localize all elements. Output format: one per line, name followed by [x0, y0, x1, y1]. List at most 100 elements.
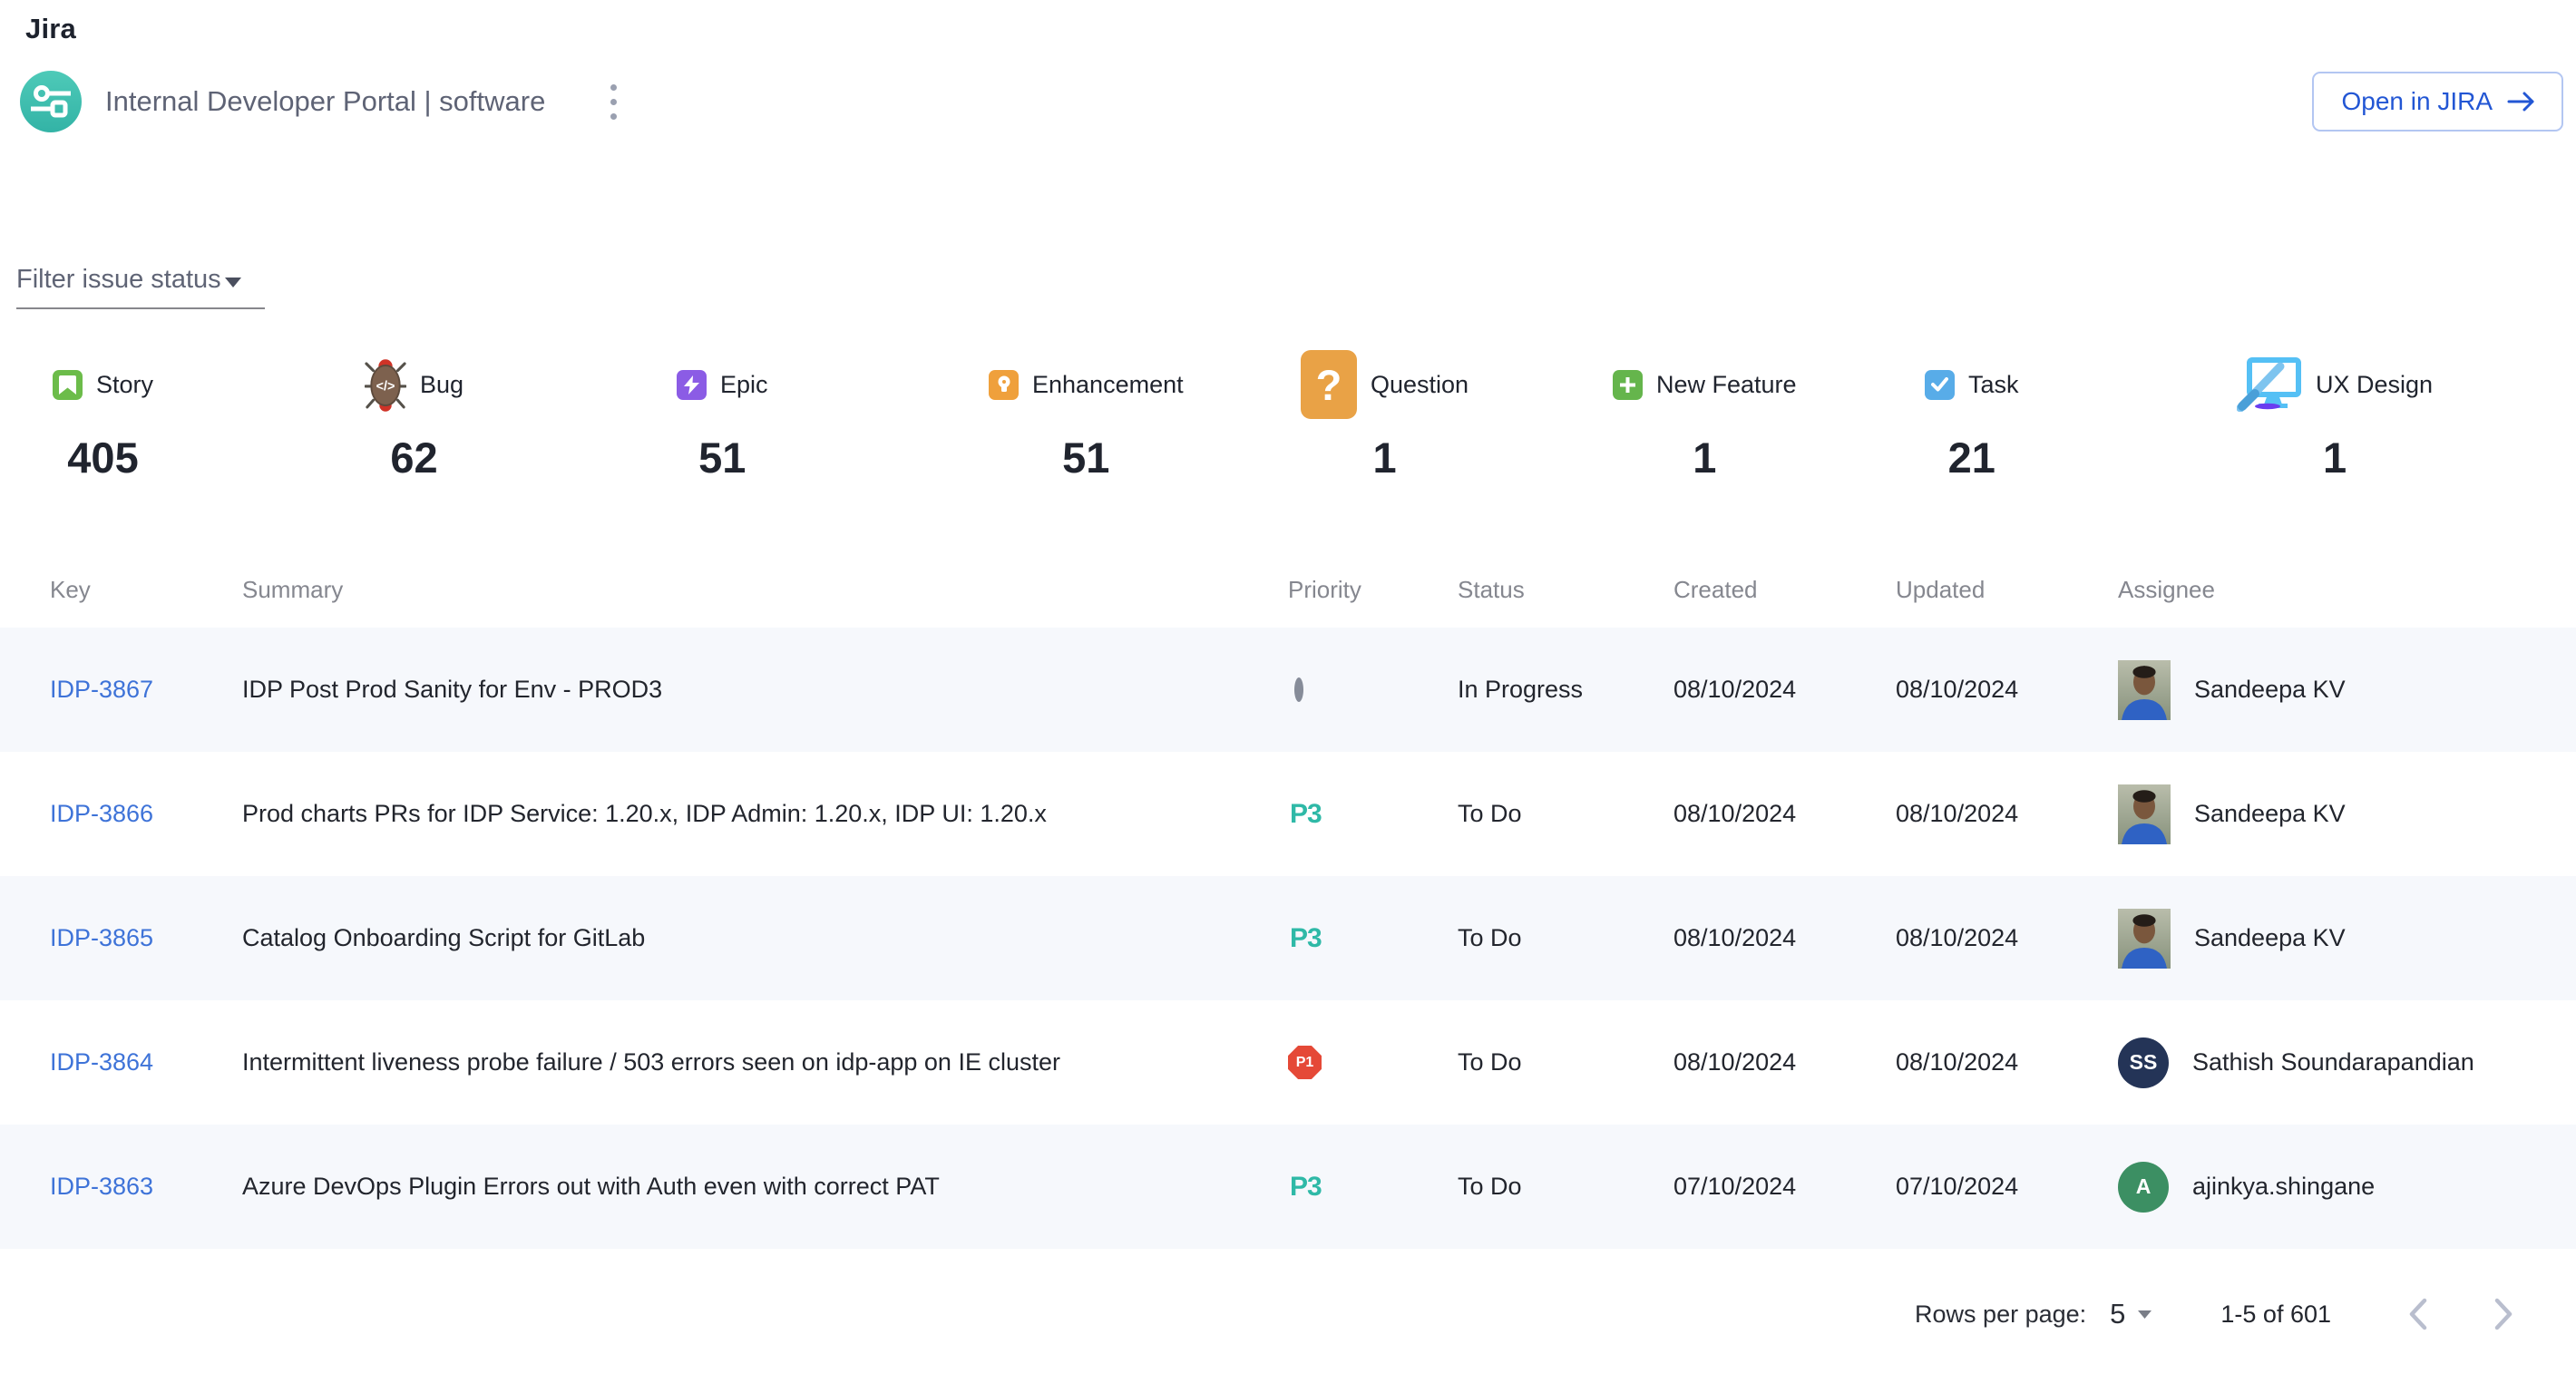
issue-status: In Progress [1458, 676, 1673, 704]
p3-icon: P3 [1290, 799, 1322, 829]
new-feature-icon [1613, 370, 1643, 400]
caret-down-icon [2138, 1310, 2152, 1319]
column-header-summary: Summary [242, 576, 1288, 604]
counter-story: Story 405 [53, 349, 365, 482]
counter-label: Question [1371, 371, 1469, 399]
table-row: IDP-3867 IDP Post Prod Sanity for Env - … [0, 628, 2576, 752]
counter-epic: Epic 51 [677, 349, 989, 482]
project-avatar-icon [20, 71, 82, 132]
table-header-row: Key Summary Priority Status Created Upda… [0, 541, 2576, 628]
counter-count: 51 [989, 433, 1184, 482]
issue-summary: Prod charts PRs for IDP Service: 1.20.x,… [242, 800, 1288, 828]
assignee-avatar [2118, 909, 2171, 969]
issue-updated: 07/10/2024 [1896, 1173, 2118, 1201]
counter-ux-design: UX Design 1 [2237, 349, 2549, 482]
assignee-name: ajinkya.shingane [2192, 1173, 2375, 1201]
rows-per-page-select[interactable]: 5 [2110, 1298, 2152, 1330]
assignee-name: Sandeepa KV [2194, 800, 2346, 828]
issue-summary: Catalog Onboarding Script for GitLab [242, 924, 1288, 952]
counter-label: Story [96, 371, 153, 399]
issues-table: Key Summary Priority Status Created Upda… [0, 541, 2576, 1249]
counter-count: 1 [2237, 433, 2433, 482]
chevron-left-icon[interactable] [2391, 1287, 2445, 1341]
counter-count: 405 [53, 433, 153, 482]
task-icon [1925, 370, 1955, 400]
issue-created: 08/10/2024 [1673, 1048, 1896, 1076]
issue-key-link[interactable]: IDP-3866 [50, 800, 153, 827]
open-in-jira-label: Open in JIRA [2341, 87, 2493, 116]
issue-type-counters: Story 405 </> [0, 349, 2576, 482]
issue-created: 08/10/2024 [1673, 676, 1896, 704]
assignee-avatar: SS [2118, 1037, 2169, 1088]
arrow-right-icon [2507, 90, 2536, 113]
issue-key-link[interactable]: IDP-3863 [50, 1173, 153, 1200]
pagination-range: 1-5 of 601 [2220, 1300, 2331, 1329]
counter-new-feature: New Feature 1 [1613, 349, 1925, 482]
issue-created: 07/10/2024 [1673, 1173, 1896, 1201]
table-row: IDP-3866 Prod charts PRs for IDP Service… [0, 752, 2576, 876]
issue-updated: 08/10/2024 [1896, 800, 2118, 828]
assignee-avatar [2118, 784, 2171, 844]
column-header-assignee: Assignee [2118, 576, 2540, 604]
rows-per-page-value: 5 [2110, 1298, 2125, 1330]
column-header-updated: Updated [1896, 576, 2118, 604]
column-header-priority: Priority [1288, 576, 1458, 604]
filter-issue-status-select[interactable]: Filter issue status [16, 265, 265, 309]
enhancement-icon [989, 370, 1019, 400]
ux-design-icon [2237, 357, 2302, 412]
epic-icon [677, 370, 707, 400]
counter-label: Epic [720, 371, 768, 399]
issue-updated: 08/10/2024 [1896, 1048, 2118, 1076]
issue-status: To Do [1458, 1173, 1673, 1201]
table-row: IDP-3864 Intermittent liveness probe fai… [0, 1000, 2576, 1125]
counter-bug: </> Bug 62 [365, 349, 677, 482]
kebab-menu-icon[interactable] [601, 75, 626, 129]
counter-label: Task [1968, 371, 2019, 399]
open-in-jira-button[interactable]: Open in JIRA [2312, 72, 2563, 132]
counter-count: 1 [1613, 433, 1797, 482]
issue-updated: 08/10/2024 [1896, 924, 2118, 952]
issue-summary: Azure DevOps Plugin Errors out with Auth… [242, 1173, 1288, 1201]
table-row: IDP-3863 Azure DevOps Plugin Errors out … [0, 1125, 2576, 1249]
issue-status: To Do [1458, 924, 1673, 952]
issue-key-link[interactable]: IDP-3864 [50, 1048, 153, 1076]
assignee-avatar [2118, 660, 2171, 720]
rows-per-page-label: Rows per page: [1915, 1300, 2086, 1329]
column-header-created: Created [1673, 576, 1896, 604]
counter-label: UX Design [2316, 371, 2433, 399]
issue-status: To Do [1458, 800, 1673, 828]
column-header-status: Status [1458, 576, 1673, 604]
story-icon [53, 370, 83, 400]
caret-down-icon [225, 278, 241, 287]
chevron-right-icon[interactable] [2476, 1287, 2531, 1341]
assignee-name: Sandeepa KV [2194, 676, 2346, 704]
assignee-name: Sathish Soundarapandian [2192, 1048, 2474, 1076]
counter-question: ? Question 1 [1301, 349, 1613, 482]
table-row: IDP-3865 Catalog Onboarding Script for G… [0, 876, 2576, 1000]
no-priority-icon [1294, 677, 1303, 702]
pagination-bar: Rows per page: 5 1-5 of 601 [0, 1287, 2576, 1341]
issue-status: To Do [1458, 1048, 1673, 1076]
issue-created: 08/10/2024 [1673, 800, 1896, 828]
project-name: Internal Developer Portal | software [105, 85, 545, 118]
issue-key-link[interactable]: IDP-3867 [50, 676, 153, 703]
svg-text:</>: </> [376, 380, 395, 395]
counter-label: Bug [420, 371, 463, 399]
question-icon: ? [1301, 350, 1357, 419]
counter-count: 62 [365, 433, 463, 482]
issue-key-link[interactable]: IDP-3865 [50, 924, 153, 951]
counter-count: 21 [1925, 433, 2019, 482]
p3-icon: P3 [1290, 1172, 1322, 1202]
counter-enhancement: Enhancement 51 [989, 349, 1301, 482]
assignee-avatar: A [2118, 1162, 2169, 1213]
filter-issue-status-label: Filter issue status [16, 265, 221, 295]
p1-icon: P1 [1288, 1046, 1322, 1079]
column-header-key: Key [50, 576, 242, 604]
issue-created: 08/10/2024 [1673, 924, 1896, 952]
counter-label: New Feature [1656, 371, 1797, 399]
counter-count: 1 [1301, 433, 1469, 482]
assignee-name: Sandeepa KV [2194, 924, 2346, 952]
project-header: Internal Developer Portal | software Ope… [20, 63, 2563, 140]
counter-label: Enhancement [1032, 371, 1184, 399]
issue-summary: IDP Post Prod Sanity for Env - PROD3 [242, 676, 1288, 704]
